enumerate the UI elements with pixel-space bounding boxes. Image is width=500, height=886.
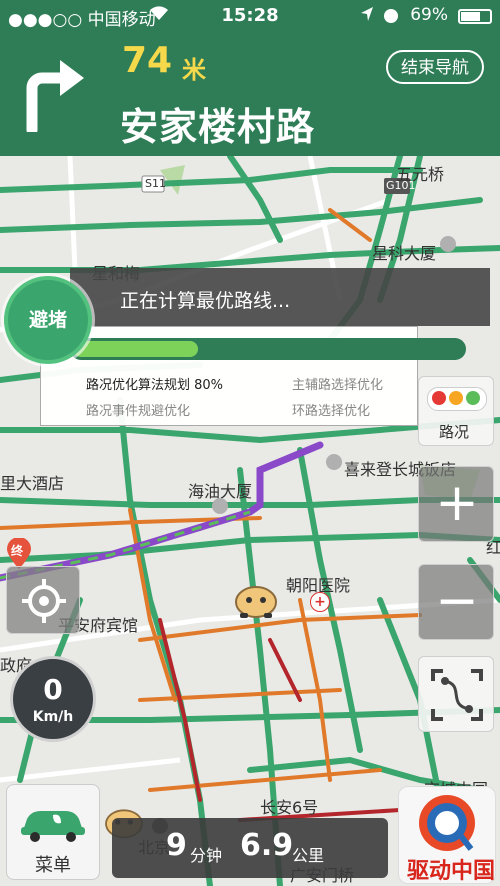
option-traffic-algorithm: 路况优化算法规划 80% (86, 378, 224, 393)
route-calc-message: 正在计算最优路线... (120, 290, 291, 312)
car-position-icon (234, 580, 278, 620)
hospital-icon: + (310, 592, 330, 612)
eta-panel: 9 分钟 6.9 公里 (112, 818, 388, 878)
traffic-label: 路况 (439, 423, 470, 441)
remaining-distance-unit: 公里 (292, 846, 325, 865)
option-ring-road: 环路选择优化 (292, 404, 371, 419)
watermark-logo: 驱动中国 (398, 786, 496, 884)
option-main-side-road: 主辅路选择优化 (292, 378, 384, 393)
map-label: G101 (386, 179, 416, 192)
map-label: 长安6号 (260, 798, 319, 817)
next-street-name: 安家楼村路 (120, 105, 316, 149)
eta-minutes-unit: 分钟 (190, 846, 223, 865)
building-poi-icon (212, 498, 228, 514)
avoid-congestion-button[interactable]: 避堵 (4, 276, 92, 364)
route-calc-progress-fill (73, 341, 198, 357)
locate-me-button[interactable] (6, 566, 80, 634)
speed-value: 0 (43, 673, 63, 706)
zoom-in-button[interactable]: + (418, 466, 494, 542)
battery-icon (458, 9, 492, 24)
plus-icon: + (435, 473, 479, 533)
battery-percent: 69% (410, 5, 448, 25)
minus-icon: − (435, 571, 479, 631)
watermark-text: 驱动中国 (406, 859, 495, 884)
building-poi-icon (440, 236, 456, 252)
remaining-distance: 6.9 (240, 828, 294, 863)
zoom-out-button[interactable]: − (418, 564, 494, 640)
traffic-light-icon (427, 387, 487, 411)
speedometer: 0 Km/h (10, 656, 96, 742)
route-calc-progress-bar (70, 338, 466, 360)
alarm-icon (382, 6, 400, 24)
end-navigation-button[interactable]: 结束导航 (386, 50, 484, 84)
map-label: S11 (145, 177, 166, 190)
crosshair-icon (22, 579, 66, 623)
turn-distance-unit: 米 (182, 56, 206, 84)
brand-logo-icon (419, 795, 475, 851)
speed-unit: Km/h (32, 709, 74, 725)
turn-distance: 74 (122, 40, 173, 81)
option-event-avoidance: 路况事件规避优化 (86, 404, 191, 419)
status-bar: ●●●○○ 中国移动 15:28 69% (0, 0, 500, 32)
car-leaf-icon (21, 811, 85, 842)
route-calc-banner: 正在计算最优路线... (70, 268, 490, 326)
building-poi-icon (326, 454, 342, 470)
traffic-toggle-button[interactable]: 路况 (418, 376, 494, 446)
route-overview-button[interactable] (418, 656, 494, 732)
menu-label: 菜单 (35, 855, 71, 876)
eta-minutes: 9 (166, 828, 187, 863)
menu-button[interactable]: 菜单 (6, 784, 100, 880)
route-overview-icon (431, 669, 483, 721)
destination-label: 终 (11, 544, 24, 558)
map-label: 星科大厦 (372, 244, 437, 263)
right-turn-arrow-icon (22, 52, 88, 136)
location-icon (360, 6, 374, 21)
map-label: 里大酒店 (0, 474, 65, 493)
